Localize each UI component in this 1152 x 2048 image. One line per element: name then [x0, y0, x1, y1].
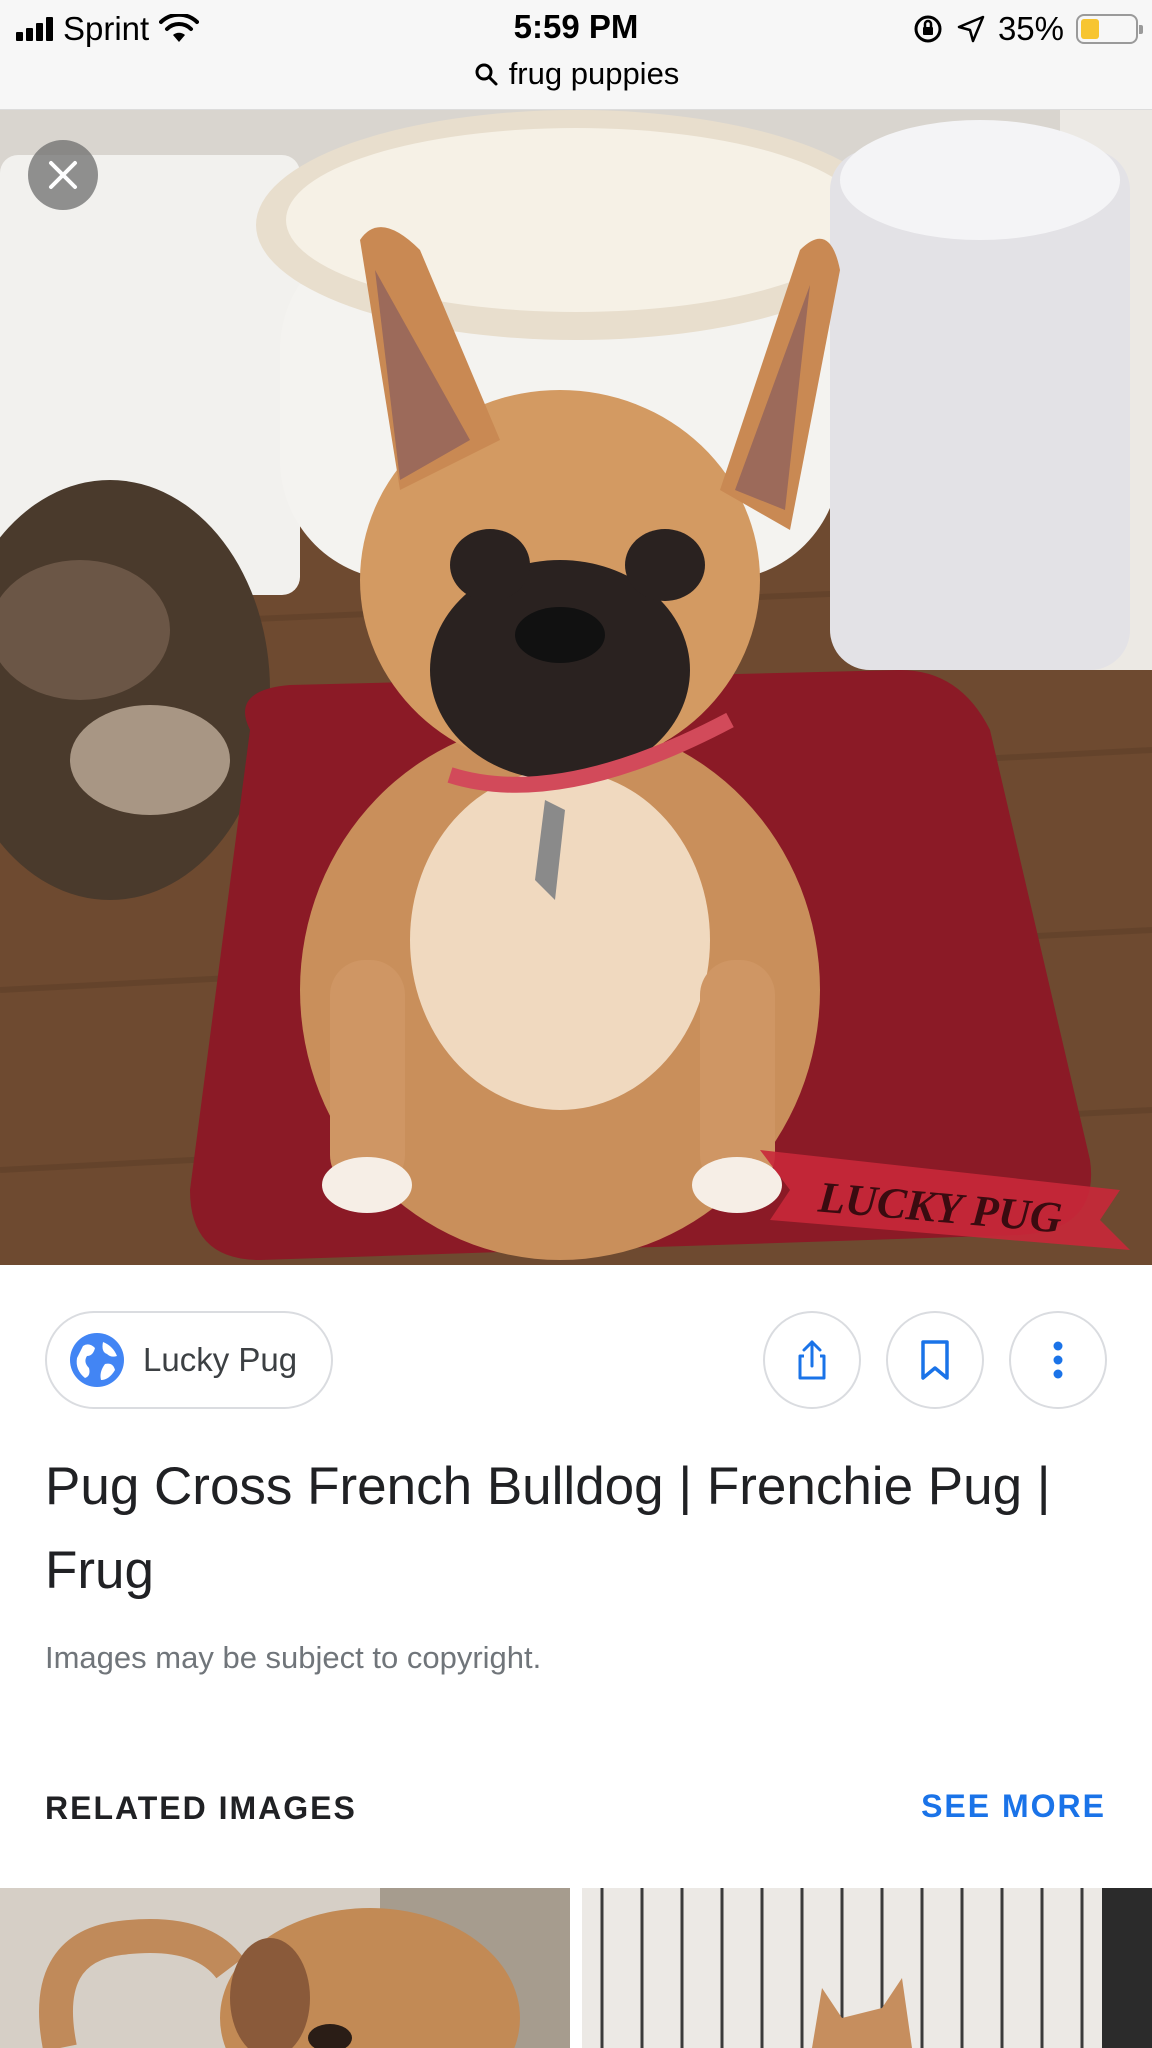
more-options-button[interactable]: [1009, 1311, 1107, 1409]
status-bar: Sprint 5:59 PM 35% frug puppies: [0, 0, 1152, 110]
bookmark-icon: [921, 1340, 949, 1380]
search-icon: [475, 63, 498, 86]
save-button[interactable]: [886, 1311, 984, 1409]
related-image-thumbnail[interactable]: [582, 1888, 1152, 2048]
source-name: Lucky Pug: [143, 1341, 298, 1378]
status-right: 35%: [912, 6, 1143, 52]
more-vert-icon: [1053, 1341, 1063, 1379]
close-icon: [49, 161, 77, 189]
related-images-heading: RELATED IMAGES: [45, 1790, 357, 1826]
share-icon: [798, 1340, 826, 1380]
source-chip[interactable]: Lucky Pug: [45, 1311, 334, 1409]
related-image-thumbnail[interactable]: [0, 1888, 570, 2048]
close-button[interactable]: [28, 140, 98, 210]
result-title[interactable]: Pug Cross French Bulldog | Frenchie Pug …: [45, 1445, 1105, 1613]
result-image[interactable]: LUCKY PUG: [0, 110, 1152, 1265]
orientation-lock-icon: [914, 15, 942, 43]
globe-icon: [70, 1333, 124, 1387]
puppy-in-crate-photo: [582, 1888, 1152, 2048]
see-more-link[interactable]: SEE MORE: [921, 1788, 1106, 1825]
battery-icon: [1076, 14, 1143, 44]
puppy-photo: [0, 1888, 570, 2048]
related-images-strip: [0, 1888, 1152, 2048]
battery-percent: 35%: [997, 10, 1064, 47]
location-arrow-icon: [957, 15, 985, 43]
search-query: frug puppies: [508, 56, 680, 91]
url-bar[interactable]: frug puppies: [0, 52, 1152, 96]
dog-photo: LUCKY PUG: [0, 110, 1152, 1265]
share-button[interactable]: [763, 1311, 861, 1409]
copyright-note: Images may be subject to copyright.: [45, 1640, 542, 1675]
